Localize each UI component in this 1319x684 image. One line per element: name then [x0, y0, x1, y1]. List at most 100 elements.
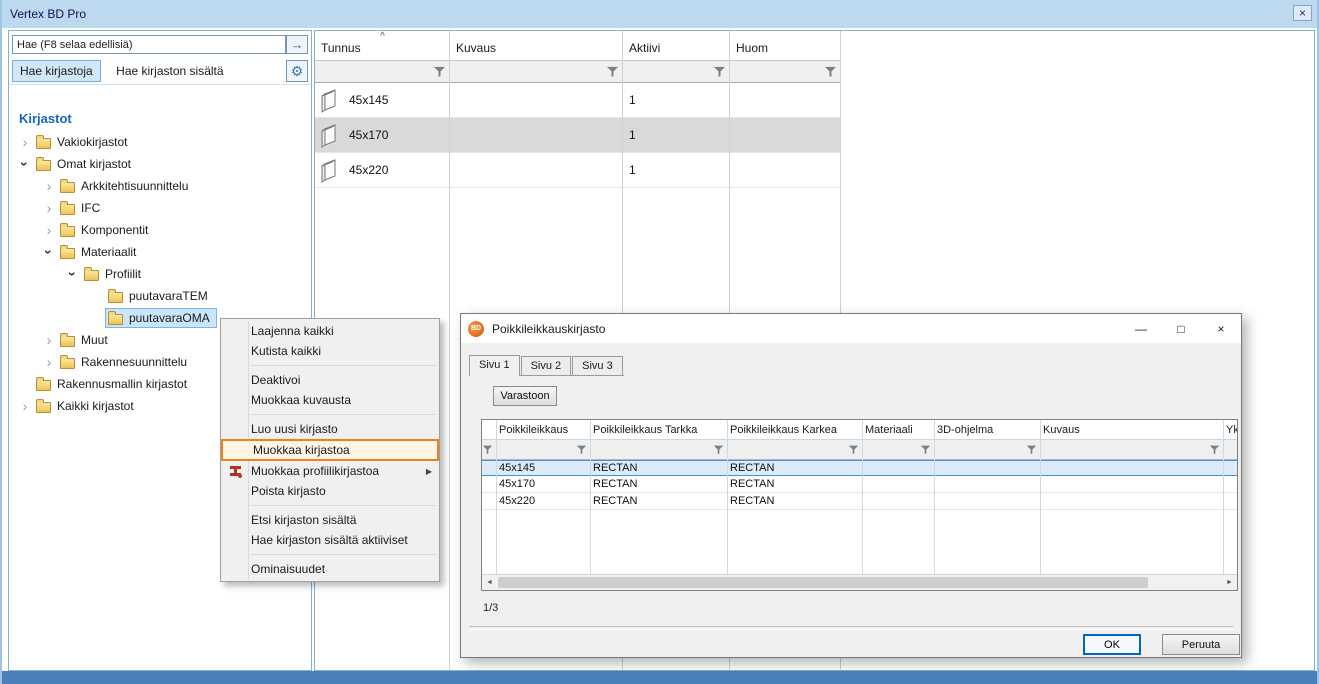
column-header-label: Kuvaus — [456, 41, 496, 55]
tree-item-arkkitehtisuunnittelu[interactable]: ›Arkkitehtisuunnittelu — [9, 175, 310, 197]
chevron-right-icon[interactable]: › — [41, 179, 57, 193]
window-close-button[interactable]: × — [1293, 5, 1312, 21]
menu-item-luo-uusi-kirjasto[interactable]: Luo uusi kirjasto — [221, 419, 439, 439]
menu-item-deaktivoi[interactable]: Deaktivoi — [221, 370, 439, 390]
filter-icon — [607, 66, 618, 77]
folder-icon — [108, 314, 123, 325]
chevron-right-icon[interactable]: › — [41, 223, 57, 237]
scroll-right-icon[interactable]: ► — [1222, 575, 1237, 589]
library-search-input[interactable] — [12, 35, 286, 54]
dialog-filter-cell-materiaali[interactable] — [862, 440, 934, 460]
minimize-icon: — — [1135, 322, 1147, 336]
table-row[interactable]: 45x1701 — [315, 118, 841, 153]
dialog-table-row[interactable]: 45x145RECTANRECTAN — [482, 460, 1238, 476]
menu-separator — [251, 554, 436, 555]
column-header-huom[interactable]: Huom — [730, 31, 841, 61]
chevron-down-icon[interactable]: › — [66, 266, 80, 282]
dialog-table-row[interactable]: 45x170RECTANRECTAN — [482, 476, 1238, 493]
filter-icon — [714, 445, 723, 454]
chevron-down-icon[interactable]: › — [42, 244, 56, 260]
chevron-right-icon[interactable]: › — [41, 355, 57, 369]
dialog-close-button[interactable]: × — [1201, 314, 1241, 343]
filter-icon — [849, 445, 858, 454]
dialog-filter-cell-poikkileikkaus-karkea[interactable] — [727, 440, 862, 460]
filter-cell-tunnus[interactable] — [315, 61, 450, 83]
dialog-column-header-poikkileikkaus-tarkka[interactable]: Poikkileikkaus Tarkka — [590, 420, 727, 440]
dialog-column-header-yks[interactable]: Yks — [1223, 420, 1238, 440]
tree-item-ifc[interactable]: ›IFC — [9, 197, 310, 219]
tree-item-profiilit[interactable]: ›Profiilit — [9, 263, 310, 285]
dialog-cell-3d-ohjelma — [934, 461, 1040, 475]
ok-button[interactable]: OK — [1083, 634, 1141, 655]
dialog-minimize-button[interactable]: — — [1121, 314, 1161, 343]
chevron-down-icon[interactable]: › — [18, 156, 32, 172]
menu-item-muokkaa-kuvausta[interactable]: Muokkaa kuvausta — [221, 390, 439, 410]
tree-item-label: Omat kirjastot — [57, 157, 131, 171]
tree-item-label: Vakiokirjastot — [57, 135, 127, 149]
dialog-filter-cell-yks[interactable] — [1223, 440, 1238, 460]
dialog-cell-poikkileikkaus-karkea: RECTAN — [727, 493, 862, 509]
menu-item-hae-kirjaston-sis-lt-aktiiviset[interactable]: Hae kirjaston sisältä aktiiviset — [221, 530, 439, 550]
menu-item-poista-kirjasto[interactable]: Poista kirjasto — [221, 481, 439, 501]
filter-cell-huom[interactable] — [730, 61, 841, 83]
menu-item-ominaisuudet[interactable]: Ominaisuudet — [221, 559, 439, 579]
dialog-tab-sivu-3[interactable]: Sivu 3 — [572, 356, 623, 375]
menu-item-muokkaa-profiilikirjastoa[interactable]: Muokkaa profiilikirjastoa▶ — [221, 461, 439, 481]
tab-hae-kirjastoja[interactable]: Hae kirjastoja — [12, 60, 101, 82]
menu-item-label: Hae kirjaston sisältä aktiiviset — [249, 533, 408, 547]
table-row[interactable]: 45x2201 — [315, 153, 841, 188]
tree-item-label: Komponentit — [81, 223, 148, 237]
dialog-column-header-3d-ohjelma[interactable]: 3D-ohjelma — [934, 420, 1040, 440]
chevron-right-icon[interactable]: › — [41, 201, 57, 215]
cell-huom — [730, 153, 841, 187]
column-header-aktiivi[interactable]: Aktiivi — [623, 31, 730, 61]
menu-item-muokkaa-kirjastoa[interactable]: Muokkaa kirjastoa — [221, 439, 439, 461]
chevron-right-icon[interactable]: › — [17, 399, 33, 413]
dialog-column-header-poikkileikkaus-karkea[interactable]: Poikkileikkaus Karkea — [727, 420, 862, 440]
search-settings-button[interactable]: ⚙ — [286, 60, 308, 82]
column-header-kuvaus[interactable]: Kuvaus — [450, 31, 623, 61]
submenu-arrow-icon: ▶ — [426, 467, 432, 476]
tab-hae-kirjaston-sisalta[interactable]: Hae kirjaston sisältä — [108, 60, 231, 82]
window-title: Vertex BD Pro — [10, 7, 86, 21]
dialog-filter-cell-poikkileikkaus[interactable] — [496, 440, 590, 460]
dialog-filter-cell-kuvaus[interactable] — [1040, 440, 1223, 460]
dialog-filter-cell-3d-ohjelma[interactable] — [934, 440, 1040, 460]
dialog-column-header-materiaali[interactable]: Materiaali — [862, 420, 934, 440]
tree-item-body: Kaikki kirjastot — [33, 396, 141, 416]
tree-item-omat-kirjastot[interactable]: › Omat kirjastot — [9, 153, 310, 175]
tree-item-materiaalit[interactable]: ›Materiaalit — [9, 241, 310, 263]
dialog-tab-sivu-1[interactable]: Sivu 1 — [469, 355, 520, 376]
menu-item-etsi-kirjaston-sis-lt[interactable]: Etsi kirjaston sisältä — [221, 510, 439, 530]
tree-item-komponentit[interactable]: › Komponentit — [9, 219, 310, 241]
cancel-button[interactable]: Peruuta — [1162, 634, 1240, 655]
scrollbar-thumb[interactable] — [498, 577, 1148, 588]
filter-icon — [1210, 445, 1219, 454]
dialog-tab-sivu-2[interactable]: Sivu 2 — [521, 356, 572, 375]
horizontal-scrollbar[interactable]: ◄ ► — [482, 574, 1237, 590]
menu-item-laajenna-kaikki[interactable]: Laajenna kaikki — [221, 321, 439, 341]
dialog-filter-cell-poikkileikkaus-tarkka[interactable] — [590, 440, 727, 460]
filter-cell-aktiivi[interactable] — [623, 61, 730, 83]
dialog-maximize-button[interactable]: □ — [1161, 314, 1201, 343]
maximize-icon: □ — [1177, 322, 1184, 336]
chevron-right-icon[interactable]: › — [41, 333, 57, 347]
menu-item-kutista-kaikki[interactable]: Kutista kaikki — [221, 341, 439, 361]
scroll-left-icon[interactable]: ◄ — [482, 575, 497, 589]
filter-cell-kuvaus[interactable] — [450, 61, 623, 83]
search-go-button[interactable]: → — [286, 35, 308, 54]
chevron-right-icon[interactable]: › — [17, 135, 33, 149]
tree-item-vakiokirjastot[interactable]: › Vakiokirjastot — [9, 131, 310, 153]
dialog-column-header-kuvaus[interactable]: Kuvaus — [1040, 420, 1223, 440]
dialog-grid-line — [727, 420, 728, 575]
varastoon-button[interactable]: Varastoon — [493, 386, 557, 406]
folder-icon — [60, 204, 75, 215]
dialog-table-row[interactable]: 45x220RECTANRECTAN — [482, 493, 1238, 510]
close-icon: × — [1299, 6, 1306, 20]
table-row[interactable]: 45x1451 — [315, 83, 841, 118]
dialog-filter-cell-selector[interactable] — [482, 440, 496, 460]
dialog-column-header-poikkileikkaus[interactable]: Poikkileikkaus — [496, 420, 590, 440]
tree-item-body: IFC — [57, 198, 107, 218]
column-header-tunnus[interactable]: Tunnus^ — [315, 31, 450, 61]
tree-item-puutavaratem[interactable]: puutavaraTEM — [9, 285, 310, 307]
